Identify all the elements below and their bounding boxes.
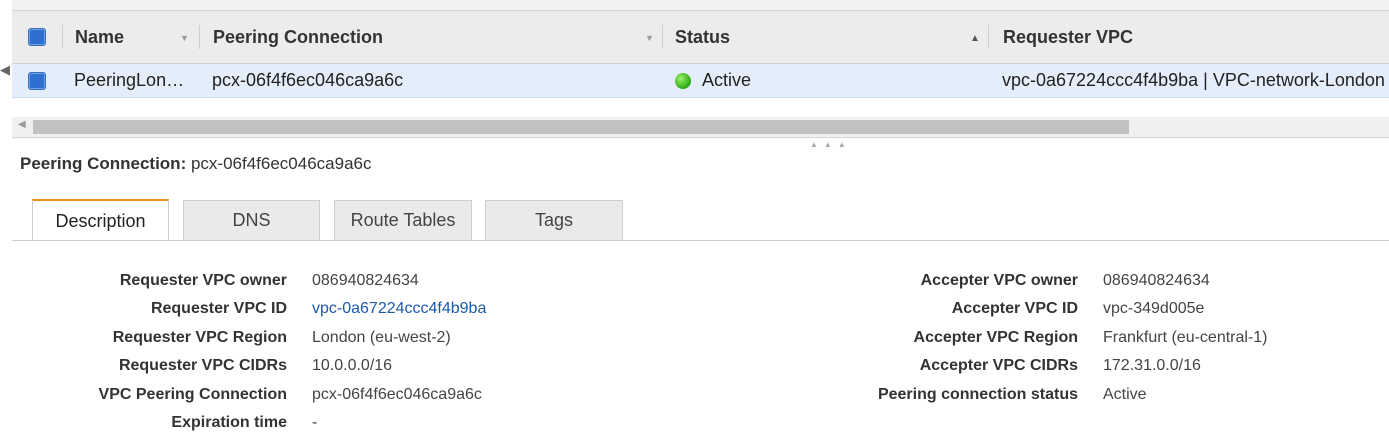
- requester-vpc-owner-label: Requester VPC owner: [119, 272, 287, 289]
- scroll-left-icon[interactable]: ◀: [18, 119, 26, 130]
- select-all-checkbox[interactable]: [28, 28, 46, 46]
- column-header-requester-vpc[interactable]: Requester VPC: [1003, 11, 1133, 63]
- sort-ascending-icon[interactable]: ▲: [970, 33, 980, 44]
- column-header-name[interactable]: Name: [75, 11, 124, 63]
- column-separator[interactable]: [62, 25, 63, 49]
- column-header-peering-connection[interactable]: Peering Connection: [213, 11, 383, 63]
- resize-handle-icon[interactable]: ▲▲▲: [810, 140, 852, 149]
- requester-vpc-owner-value: 086940824634: [312, 272, 419, 289]
- row-status-text: Active: [702, 70, 752, 90]
- details-title: Peering Connection: pcx-06f4f6ec046ca9a6…: [20, 154, 372, 174]
- accepter-vpc-owner-label: Accepter VPC owner: [920, 272, 1078, 289]
- accepter-vpc-id-value: vpc-349d005e: [1103, 300, 1205, 317]
- tab-route-tables[interactable]: Route Tables: [334, 200, 472, 240]
- column-separator[interactable]: [662, 25, 663, 49]
- grid-header: Name ▼ Peering Connection ▼ Status ▲ Req…: [12, 11, 1389, 64]
- peering-connection-status-value: Active: [1103, 386, 1147, 403]
- expiration-time-value: -: [312, 414, 318, 431]
- vpc-peering-connection-value: pcx-06f4f6ec046ca9a6c: [312, 386, 482, 403]
- tab-tags[interactable]: Tags: [485, 200, 623, 240]
- status-active-icon: [675, 72, 691, 89]
- requester-vpc-cidrs-label: Requester VPC CIDRs: [118, 357, 287, 374]
- table-row[interactable]: PeeringLon… pcx-06f4f6ec046ca9a6c Active…: [12, 64, 1389, 98]
- panel-divider: [12, 137, 1389, 138]
- sort-dropdown-icon[interactable]: ▼: [645, 33, 654, 43]
- requester-vpc-cidrs-value: 10.0.0.0/16: [312, 357, 393, 374]
- tabs-underline: [12, 240, 1389, 241]
- details-title-label: Peering Connection:: [20, 154, 187, 173]
- row-name: PeeringLon…: [74, 70, 185, 90]
- accepter-vpc-cidrs-value: 172.31.0.0/16: [1103, 357, 1201, 374]
- row-checkbox[interactable]: [28, 72, 46, 90]
- requester-vpc-region-label: Requester VPC Region: [112, 329, 287, 346]
- accepter-vpc-cidrs-label: Accepter VPC CIDRs: [919, 357, 1078, 374]
- collapse-left-icon[interactable]: ◀: [0, 62, 10, 78]
- requester-vpc-id-label: Requester VPC ID: [150, 300, 287, 317]
- requester-vpc-region-value: London (eu-west-2): [312, 329, 451, 346]
- row-peering-connection: pcx-06f4f6ec046ca9a6c: [212, 70, 404, 90]
- tab-dns[interactable]: DNS: [183, 200, 320, 240]
- accepter-vpc-owner-value: 086940824634: [1103, 272, 1210, 289]
- column-separator[interactable]: [988, 25, 989, 49]
- horizontal-scrollbar[interactable]: ◀: [12, 117, 1389, 137]
- peering-connection-status-label: Peering connection status: [877, 386, 1078, 403]
- sort-dropdown-icon[interactable]: ▼: [180, 33, 189, 43]
- row-requester-vpc: vpc-0a67224ccc4f4b9ba | VPC-network-Lond…: [1002, 70, 1385, 90]
- tab-description[interactable]: Description: [32, 199, 169, 241]
- vpc-peering-connection-label: VPC Peering Connection: [98, 386, 287, 403]
- column-separator[interactable]: [199, 25, 200, 49]
- accepter-vpc-id-label: Accepter VPC ID: [951, 300, 1078, 317]
- requester-vpc-id-link[interactable]: vpc-0a67224ccc4f4b9ba: [312, 300, 486, 318]
- row-status: Active: [675, 64, 751, 97]
- details-title-value: pcx-06f4f6ec046ca9a6c: [190, 154, 372, 173]
- expiration-time-label: Expiration time: [171, 414, 287, 431]
- top-strip: [12, 0, 1389, 11]
- scrollbar-thumb[interactable]: [33, 120, 1129, 134]
- accepter-vpc-region-value: Frankfurt (eu-central-1): [1103, 329, 1268, 346]
- accepter-vpc-region-label: Accepter VPC Region: [913, 329, 1078, 346]
- column-header-status[interactable]: Status: [675, 11, 730, 63]
